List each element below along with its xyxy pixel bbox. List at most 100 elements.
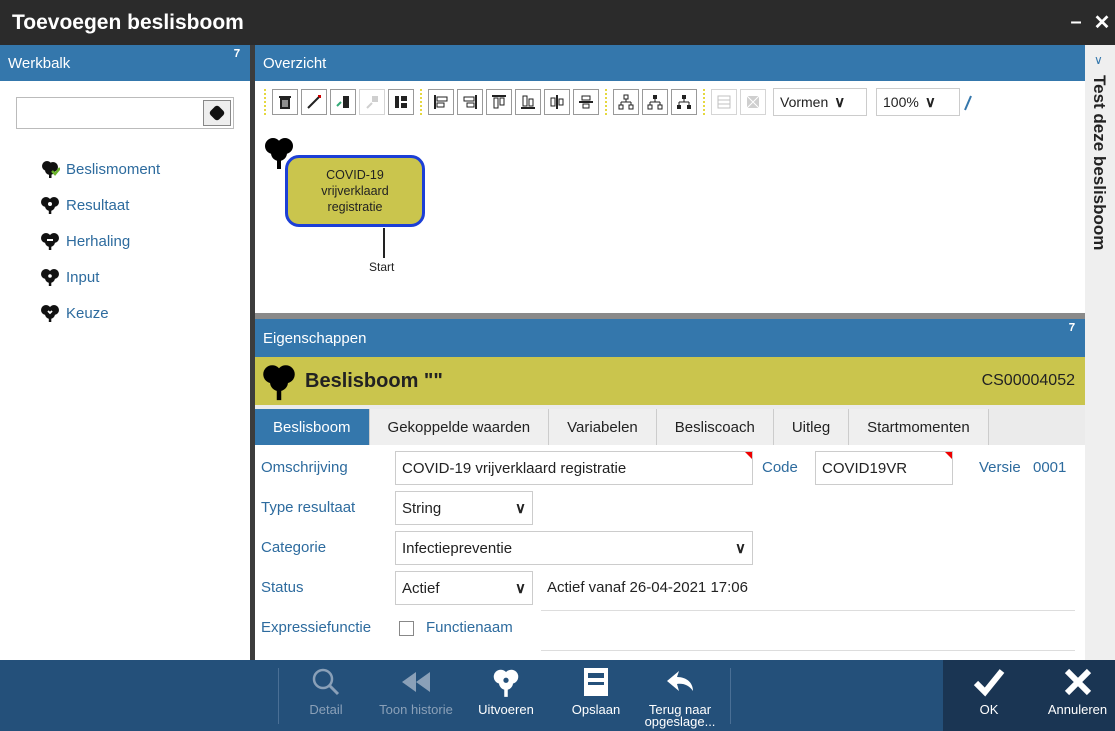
pin-icon[interactable]: 𝟕 (234, 48, 240, 61)
toggle-layout-icon[interactable] (388, 89, 414, 115)
shapes-select[interactable]: Vormen ∨ (773, 88, 867, 116)
chevron-down-icon: ∨ (924, 94, 936, 111)
node-text-line: vrijverklaard (321, 184, 389, 198)
record-banner: Beslisboom "" CS00004052 (255, 357, 1085, 405)
pattern-icon[interactable] (740, 89, 766, 115)
pin-icon[interactable]: 𝟕 (1069, 322, 1075, 335)
shape-item-resultaat[interactable]: Resultaat (40, 187, 160, 223)
tab-uitleg[interactable]: Uitleg (773, 409, 850, 445)
werkbalk-title: Werkbalk (8, 54, 71, 72)
type-resultaat-value: String (402, 499, 442, 517)
align-center-v-icon[interactable] (544, 89, 570, 115)
shape-item-keuze[interactable]: Keuze (40, 295, 160, 331)
tree-layout-2-icon[interactable] (642, 89, 668, 115)
shape-item-herhaling[interactable]: Herhaling (40, 223, 160, 259)
tree-icon (493, 669, 519, 697)
connector-line (383, 228, 385, 258)
close-icon (1064, 668, 1091, 696)
tree-layout-3-icon[interactable] (671, 89, 697, 115)
main-area: Overzicht Vormen ∨ 100% ∨ COVID-19 vrijv… (255, 45, 1085, 660)
werkbalk-panel: Werkbalk 𝟕 Beslismoment Resultaat Herhal… (0, 45, 250, 660)
format-painter-icon[interactable] (359, 89, 385, 115)
toolbar-separator (605, 89, 607, 115)
insert-node-icon[interactable] (330, 89, 356, 115)
categorie-select[interactable]: Infectiepreventie ∨ (395, 531, 753, 565)
toon-historie-button[interactable]: Toon historie (368, 660, 464, 731)
type-resultaat-select[interactable]: String ∨ (395, 491, 533, 525)
chevron-down-icon[interactable]: ∨ (1094, 53, 1103, 67)
required-marker (945, 452, 952, 459)
delete-icon[interactable] (272, 89, 298, 115)
tree-icon (41, 305, 59, 322)
tab-gekoppelde-waarden[interactable]: Gekoppelde waarden (369, 409, 550, 445)
chevron-down-icon: ∨ (735, 540, 746, 557)
omschrijving-field[interactable]: COVID-19 vrijverklaard registratie (395, 451, 753, 485)
code-field[interactable]: COVID19VR (815, 451, 953, 485)
align-bottom-icon[interactable] (515, 89, 541, 115)
terug-label-line2: opgeslage... (644, 714, 716, 729)
opslaan-button[interactable]: Opslaan (560, 660, 632, 731)
align-center-h-icon[interactable] (573, 89, 599, 115)
align-right-icon[interactable] (457, 89, 483, 115)
resize-handle-icon[interactable] (963, 92, 973, 112)
close-button[interactable]: ✕ (1089, 10, 1115, 35)
status-info: Actief vanaf 26-04-2021 17:06 (547, 579, 748, 596)
test-panel-label[interactable]: Test deze beslisboom (1089, 75, 1109, 250)
connect-icon[interactable] (301, 89, 327, 115)
uitvoeren-button[interactable]: Uitvoeren (466, 660, 546, 731)
align-top-icon[interactable] (486, 89, 512, 115)
diagram-canvas[interactable]: COVID-19 vrijverklaard registratie Start (255, 125, 1085, 313)
detail-label: Detail (309, 702, 343, 717)
eraser-icon[interactable] (203, 100, 231, 126)
properties-tabs: Beslisboom Gekoppelde waarden Variabelen… (255, 405, 1085, 445)
test-panel-strip[interactable]: ∨ Test deze beslisboom (1085, 45, 1115, 660)
chevron-down-icon: ∨ (834, 94, 846, 111)
ok-label: OK (979, 702, 999, 717)
tree-icon (41, 269, 59, 286)
search-icon (312, 668, 340, 696)
chevron-down-icon: ∨ (515, 580, 526, 597)
shape-label: Resultaat (66, 196, 130, 214)
toolbar-separator (703, 89, 705, 115)
bottom-toolbar: Detail Toon historie Uitvoeren Opslaan T… (0, 660, 1115, 731)
record-code: CS00004052 (981, 372, 1075, 389)
tab-variabelen[interactable]: Variabelen (549, 409, 657, 445)
record-title: Beslisboom "" (305, 369, 443, 392)
decision-node[interactable]: COVID-19 vrijverklaard registratie (285, 155, 425, 227)
detail-button[interactable]: Detail (290, 660, 362, 731)
window-titlebar: Toevoegen beslisboom – ✕ (0, 0, 1115, 45)
type-resultaat-label: Type resultaat (261, 499, 356, 516)
grid-icon[interactable] (711, 89, 737, 115)
uitvoeren-label: Uitvoeren (478, 702, 534, 717)
align-left-icon[interactable] (428, 89, 454, 115)
overzicht-header: Overzicht (255, 45, 1085, 81)
shape-item-beslismoment[interactable]: Beslismoment (40, 151, 160, 187)
chevron-down-icon: ∨ (515, 500, 526, 517)
tab-beslisboom[interactable]: Beslisboom (255, 409, 370, 445)
minimize-button[interactable]: – (1063, 11, 1089, 34)
status-select[interactable]: Actief ∨ (395, 571, 533, 605)
tab-besliscoach[interactable]: Besliscoach (656, 409, 774, 445)
status-label: Status (261, 579, 304, 596)
checkmark-icon (973, 669, 1005, 697)
shapes-select-value: Vormen (780, 94, 829, 110)
zoom-select[interactable]: 100% ∨ (876, 88, 960, 116)
tree-layout-icon[interactable] (613, 89, 639, 115)
node-text-line: registratie (327, 200, 383, 214)
zoom-select-value: 100% (883, 94, 919, 110)
tree-icon (263, 365, 295, 401)
expressiefunctie-checkbox[interactable] (399, 621, 414, 636)
versie-value: 0001 (1033, 459, 1067, 476)
eigenschappen-title: Eigenschappen (263, 329, 367, 347)
node-text-line: COVID-19 (326, 168, 384, 182)
shape-item-input[interactable]: Input (40, 259, 160, 295)
ok-button[interactable]: OK (952, 660, 1026, 731)
shape-search-input[interactable] (16, 97, 234, 129)
toolbar-separator (264, 89, 266, 115)
tab-startmomenten[interactable]: Startmomenten (849, 409, 989, 445)
shape-label: Keuze (66, 304, 109, 322)
annuleren-button[interactable]: Annuleren (1040, 660, 1115, 731)
divider (278, 668, 279, 724)
terug-naar-opgeslagen-button[interactable]: Terug naar opgeslage... (638, 660, 722, 731)
start-label: Start (369, 260, 395, 274)
